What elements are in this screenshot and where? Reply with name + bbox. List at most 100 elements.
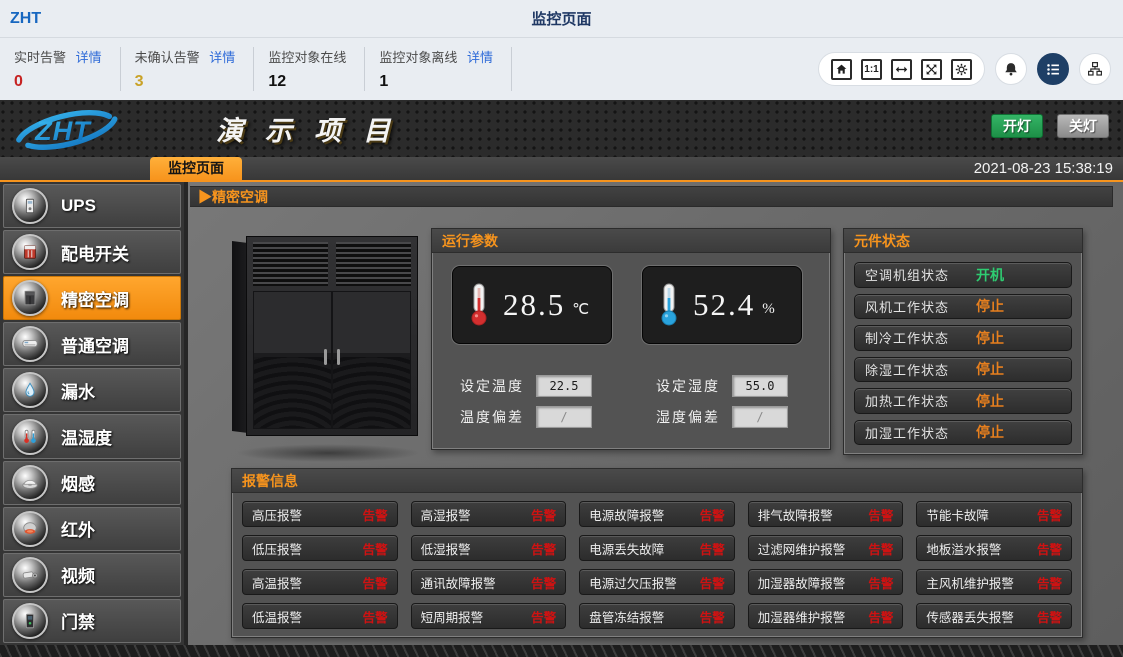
running-params-panel: 运行参数 28.5 ℃: [431, 228, 831, 450]
status-value: 停止: [976, 422, 1004, 442]
sidebar-item-video[interactable]: 视频: [3, 553, 181, 597]
objects-online-count: 12: [268, 73, 346, 91]
logo-strip: ZHT 演示项目 开灯 关灯: [0, 100, 1123, 157]
company-logo[interactable]: ZHT: [8, 105, 198, 153]
top-bar: ZHT 监控页面: [0, 0, 1123, 38]
alarm-cell: 排气故障报警告警: [748, 501, 904, 527]
sidebar-item-precision-ac[interactable]: 精密空调: [3, 276, 181, 320]
alarm-info-title: 报警信息: [232, 469, 1082, 493]
sidebar-item-ups[interactable]: UPS: [3, 184, 181, 228]
objects-offline-detail-link[interactable]: 详情: [467, 50, 493, 65]
sidebar-item-temp-humidity[interactable]: 温湿度: [3, 414, 181, 458]
component-status-panel: 元件状态 空调机组状态 开机 风机工作状态 停止 制冷工作状态 停止: [843, 228, 1083, 455]
humidity-deviation-value: /: [732, 406, 788, 428]
status-row: 风机工作状态 停止: [854, 294, 1072, 320]
infrared-sensor-icon: [12, 511, 48, 547]
realtime-alarm-count: 0: [14, 73, 102, 91]
fullscreen-icon[interactable]: [921, 59, 942, 80]
alarm-status: 告警: [363, 573, 388, 592]
sidebar-item-door-access[interactable]: 门禁: [3, 599, 181, 643]
alarm-cell: 加湿器故障报警告警: [748, 569, 904, 595]
light-on-button[interactable]: 开灯: [991, 114, 1043, 138]
objects-offline-count: 1: [379, 73, 493, 91]
home-icon[interactable]: [831, 59, 852, 80]
alarm-cell: 节能卡故障告警: [916, 501, 1072, 527]
smoke-detector-icon: [12, 465, 48, 501]
stat-label: 实时告警: [14, 50, 66, 65]
alarm-status: 告警: [700, 505, 725, 524]
status-value: 停止: [976, 296, 1004, 316]
stat-label: 监控对象在线: [268, 50, 346, 65]
page-title: 监控页面: [0, 8, 1123, 29]
ac-unit-image: AIRSYS: [228, 230, 428, 462]
status-row: 除湿工作状态 停止: [854, 357, 1072, 383]
system-timestamp: 2021-08-23 15:38:19: [974, 160, 1113, 177]
site-title: 演示项目: [216, 109, 412, 148]
sidebar-item-smoke[interactable]: 烟感: [3, 461, 181, 505]
alarm-cell: 通讯故障报警告警: [411, 569, 567, 595]
main-panel: ▶精密空调 AIRSYS: [188, 182, 1123, 645]
water-drop-icon: [12, 372, 48, 408]
topology-button[interactable]: [1079, 53, 1111, 85]
stat-objects-online: 监控对象在线 12: [254, 47, 365, 91]
alarm-cell: 低湿报警告警: [411, 535, 567, 561]
fit-width-icon[interactable]: [891, 59, 912, 80]
alarm-status: 告警: [363, 505, 388, 524]
set-temperature-row: 设定温度 22.5: [460, 375, 592, 397]
status-value: 开机: [976, 265, 1004, 285]
sidebar-item-normal-ac[interactable]: 普通空调: [3, 322, 181, 366]
set-temperature-field[interactable]: 22.5: [536, 375, 592, 397]
realtime-alarm-detail-link[interactable]: 详情: [76, 50, 102, 65]
alarm-status: 告警: [531, 573, 556, 592]
sidebar-item-water-leak[interactable]: 漏水: [3, 368, 181, 412]
split-ac-icon: [12, 326, 48, 362]
alarm-list-button[interactable]: [1037, 53, 1069, 85]
toolbar: 1:1: [818, 52, 1111, 86]
temperature-unit: ℃: [572, 300, 589, 319]
settings-gear-icon[interactable]: [951, 59, 972, 80]
status-value: 停止: [976, 328, 1004, 348]
alarm-cell: 电源丢失故障告警: [579, 535, 735, 561]
temperature-deviation-row: 温度偏差 /: [460, 406, 592, 428]
temperature-display: 28.5 ℃: [452, 266, 612, 344]
alarm-status: 告警: [700, 607, 725, 626]
set-humidity-field[interactable]: 55.0: [732, 375, 788, 397]
humidity-value: 52.4: [693, 287, 755, 323]
alarm-cell: 高湿报警告警: [411, 501, 567, 527]
one-to-one-icon[interactable]: 1:1: [861, 59, 882, 80]
alarm-status: 告警: [868, 607, 893, 626]
stat-objects-offline: 监控对象离线 详情 1: [365, 47, 512, 91]
access-control-icon: [12, 603, 48, 639]
camera-icon: [12, 557, 48, 593]
alarm-status: 告警: [868, 573, 893, 592]
alarm-status: 告警: [531, 505, 556, 524]
circuit-breaker-icon: [12, 234, 48, 270]
section-header: ▶精密空调: [190, 186, 1113, 207]
tab-monitoring-page[interactable]: 监控页面: [150, 157, 242, 180]
alarm-status: 告警: [1037, 607, 1062, 626]
set-humidity-row: 设定湿度 55.0: [656, 375, 788, 397]
tab-bar: 监控页面 2021-08-23 15:38:19: [0, 157, 1123, 182]
alarm-status: 告警: [531, 539, 556, 558]
alarm-cell: 电源故障报警告警: [579, 501, 735, 527]
status-value: 停止: [976, 359, 1004, 379]
alarm-cell: 高温报警告警: [242, 569, 398, 595]
humidity-display: 52.4 %: [642, 266, 802, 344]
ac-louvers: [253, 242, 411, 286]
status-row: 制冷工作状态 停止: [854, 325, 1072, 351]
alarm-status: 告警: [1037, 505, 1062, 524]
light-off-button[interactable]: 关灯: [1057, 114, 1109, 138]
unconfirmed-alarm-count: 3: [135, 73, 236, 91]
stat-label: 监控对象离线: [379, 50, 457, 65]
alarm-bell-button[interactable]: [995, 53, 1027, 85]
alarm-cell: 主风机维护报警告警: [916, 569, 1072, 595]
sidebar-item-infrared[interactable]: 红外: [3, 507, 181, 551]
status-row: 空调机组状态 开机: [854, 262, 1072, 288]
humidity-unit: %: [762, 301, 775, 318]
status-row: 加热工作状态 停止: [854, 388, 1072, 414]
alarm-cell: 地板溢水报警告警: [916, 535, 1072, 561]
status-value: 停止: [976, 391, 1004, 411]
unconfirmed-alarm-detail-link[interactable]: 详情: [209, 50, 235, 65]
ac-doors: [253, 291, 411, 429]
sidebar-item-power-switch[interactable]: 配电开关: [3, 230, 181, 274]
